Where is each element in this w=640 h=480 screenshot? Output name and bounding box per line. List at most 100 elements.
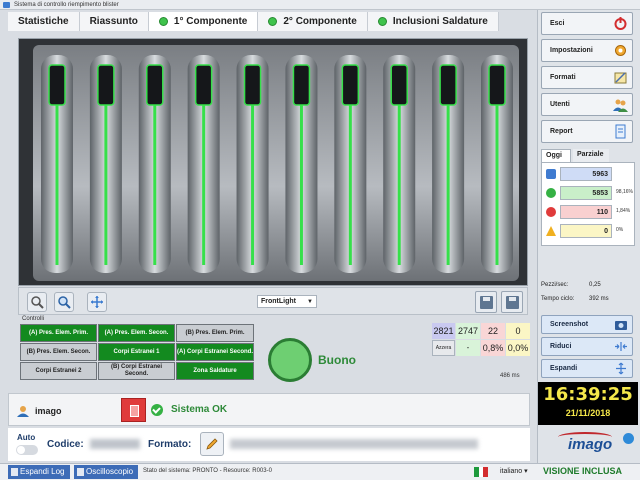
light-mode-value: FrontLight <box>261 298 296 305</box>
stats-bad-pct: 1,84% <box>616 208 631 214</box>
user-icon <box>17 406 29 417</box>
stats-good-pct: 98,16% <box>616 189 633 195</box>
chevron-down-icon: ▼ <box>307 299 313 305</box>
control-cell[interactable]: Zona Saldature <box>176 362 254 380</box>
zoom-out-button[interactable] <box>27 292 47 312</box>
format-icon <box>614 72 627 84</box>
button-label: Screenshot <box>550 321 589 328</box>
button-label: Utenti <box>550 101 570 108</box>
stats-row-bad: 110 1,84% <box>546 205 634 219</box>
light-mode-select[interactable]: FrontLight ▼ <box>257 295 317 308</box>
clock-time: 16:39:25 <box>543 384 633 405</box>
stats-good-value: 5853 <box>560 186 612 200</box>
report-button[interactable]: Report <box>541 120 633 143</box>
button-label: Riduci <box>550 343 572 350</box>
control-cell[interactable]: Corpi Estranei 2 <box>20 362 97 380</box>
clock: 16:39:25 21/11/2018 <box>538 382 638 425</box>
button-label: Esci <box>550 20 565 27</box>
pezzi-value: 0,25 <box>589 282 601 288</box>
impostazioni-button[interactable]: Impostazioni <box>541 39 633 62</box>
formati-button[interactable]: Formati <box>541 66 633 89</box>
counter-total: 2821 <box>432 323 455 339</box>
tab-statistiche[interactable]: Statistiche <box>8 12 80 31</box>
esci-button[interactable]: Esci <box>541 12 633 35</box>
control-label: (A) Corpi Estranei Second. <box>177 348 254 355</box>
language-select[interactable]: italiano ▾ <box>500 467 528 475</box>
user-name: imago <box>35 406 62 416</box>
tempo-value: 392 ms <box>589 296 609 302</box>
save-all-images-button[interactable] <box>501 291 523 313</box>
riduci-button[interactable]: Riduci <box>541 337 633 356</box>
tab-label: Statistiche <box>18 16 69 27</box>
control-label: Corpi Estranei 1 <box>113 348 160 355</box>
tab-riassunto[interactable]: Riassunto <box>79 12 149 31</box>
tab-parziale[interactable]: Parziale <box>573 149 609 162</box>
status-dot-icon <box>377 17 387 26</box>
stats-warn-value: 0 <box>560 224 612 238</box>
counter-good-pct: - <box>456 340 480 356</box>
control-label: Zona Saldature <box>193 367 237 374</box>
skype-icon[interactable] <box>623 433 634 444</box>
app-icon <box>3 2 10 8</box>
warning-icon <box>546 226 556 236</box>
control-cell[interactable]: Corpi Estranei 1 <box>98 343 175 361</box>
auto-label: Auto <box>17 433 36 442</box>
utenti-button[interactable]: Utenti <box>541 93 633 116</box>
tab-inclusioni-saldature[interactable]: Inclusioni Saldature <box>367 12 499 31</box>
zoom-in-button[interactable] <box>54 292 74 312</box>
reset-button[interactable]: Azzera <box>432 340 455 356</box>
detected-element-box <box>194 64 213 106</box>
error-icon <box>546 207 556 217</box>
fit-view-button[interactable] <box>87 292 107 312</box>
edit-format-button[interactable] <box>200 432 224 456</box>
control-cell[interactable]: (A) Pres. Elem. Prim. <box>20 324 97 342</box>
users-icon <box>613 99 628 112</box>
control-cell[interactable]: (A) Corpi Estranei Second. <box>176 343 254 361</box>
stats-total-value: 5963 <box>560 167 612 181</box>
control-cell[interactable]: (A) Pres. Elem. Secon. <box>98 324 175 342</box>
tab-componente-1[interactable]: 1° Componente <box>148 12 259 31</box>
control-label: (B) Pres. Elem. Secon. <box>26 348 91 355</box>
logout-button[interactable] <box>121 398 146 422</box>
pencil-icon <box>206 438 218 450</box>
control-label: (B) Pres. Elem. Prim. <box>185 329 245 336</box>
camera-view[interactable] <box>18 38 528 286</box>
status-bar: Espandi Log Oscilloscopio Stato del sist… <box>0 463 640 480</box>
floppy-icon <box>480 296 493 309</box>
tab-bar: Statistiche Riassunto 1° Componente 2° C… <box>8 12 530 31</box>
auto-toggle[interactable] <box>16 445 38 455</box>
language-value: italiano <box>500 468 523 475</box>
oscilloscope-button[interactable]: Oscilloscopio <box>74 465 138 479</box>
counter-good: 2747 <box>456 323 480 339</box>
zoom-in-icon <box>58 296 71 309</box>
blister-image <box>19 39 527 285</box>
tab-oggi[interactable]: Oggi <box>541 149 571 162</box>
formato-label: Formato: <box>148 439 192 450</box>
counters-panel: 2821 2747 22 0 Azzera - 0,8% 0,0% <box>432 323 530 359</box>
expand-log-button[interactable]: Espandi Log <box>8 465 70 479</box>
brand-logo: imago <box>558 430 618 456</box>
title-bar: Sistema di controllo riempimento blister <box>0 0 640 10</box>
screenshot-button[interactable]: Screenshot <box>541 315 633 334</box>
clock-date: 21/11/2018 <box>565 408 611 418</box>
control-label: Corpi Estranei 2 <box>35 367 82 374</box>
control-cell[interactable]: (B) Corpi Estranei Second. <box>98 362 175 380</box>
detected-element-box <box>292 64 311 106</box>
control-cell[interactable]: (B) Pres. Elem. Secon. <box>20 343 97 361</box>
window-title: Sistema di controllo riempimento blister <box>14 2 119 8</box>
detected-element-box <box>97 64 115 106</box>
check-icon <box>151 404 163 416</box>
system-state-text: Stato del sistema: PRONTO - Resource: R0… <box>143 468 272 474</box>
status-dot-icon <box>268 17 278 26</box>
tab-label: 2° Componente <box>283 16 357 27</box>
camera-icon <box>615 321 627 330</box>
tab-componente-2[interactable]: 2° Componente <box>258 12 368 31</box>
ok-icon <box>546 188 556 198</box>
system-status-label: Sistema OK <box>171 404 228 415</box>
detected-element-box <box>48 64 66 106</box>
view-toolbar: FrontLight ▼ <box>18 287 528 315</box>
control-cell[interactable]: (B) Pres. Elem. Prim. <box>176 324 254 342</box>
power-icon <box>614 17 627 30</box>
espandi-button[interactable]: Espandi <box>541 359 633 378</box>
save-image-button[interactable] <box>475 291 497 313</box>
